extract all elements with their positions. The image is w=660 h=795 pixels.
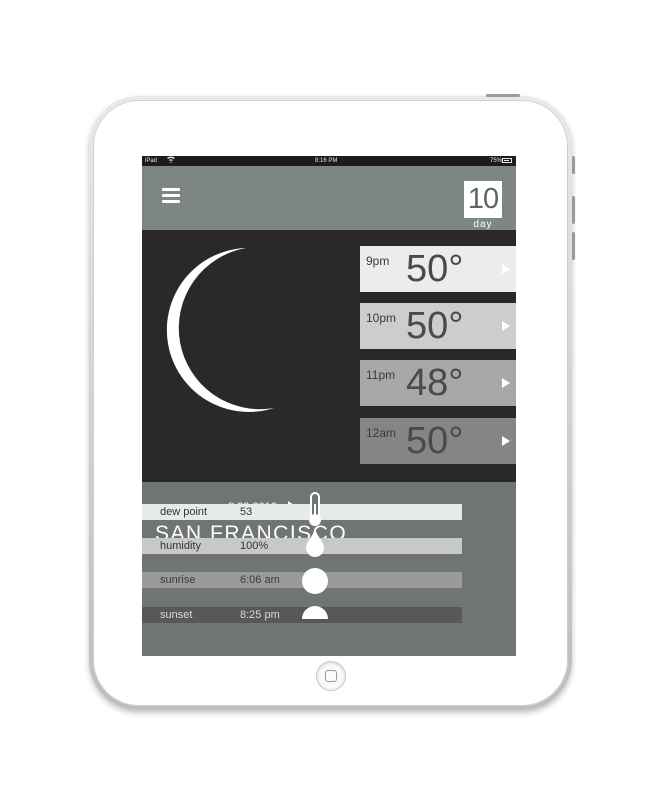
detail-row: dew point 53 — [142, 504, 462, 520]
water-drop-icon — [306, 529, 324, 557]
hourly-temp: 50° — [406, 420, 464, 462]
power-button — [486, 94, 520, 97]
crescent-moon-icon — [166, 248, 274, 412]
home-square-icon — [325, 670, 337, 682]
battery-icon — [502, 158, 512, 163]
chevron-right-icon — [502, 321, 510, 331]
top-bar: 10 day — [142, 166, 516, 230]
detail-row: humidity 100% — [142, 538, 462, 554]
status-bar: iPad 8:16 PM 75% — [142, 156, 516, 166]
hourly-row[interactable]: 12am 50° — [360, 418, 516, 464]
volume-button — [572, 232, 575, 260]
forecast-unit-label: day — [473, 219, 493, 230]
battery-percent: 75% — [490, 158, 503, 164]
detail-label: dew point — [160, 506, 208, 518]
detail-label: sunset — [160, 609, 193, 621]
hourly-row[interactable]: 11pm 48° — [360, 360, 516, 406]
detail-label: humidity — [160, 540, 201, 552]
detail-value: 53 — [240, 506, 253, 518]
hourly-time: 9pm — [366, 254, 390, 268]
app-screen: iPad 8:16 PM 75% 10 day 8 20 2013 SAN FR… — [142, 156, 516, 656]
detail-value: 6:06 am — [240, 574, 280, 586]
detail-value: 100% — [240, 540, 269, 552]
volume-up-button — [572, 156, 575, 174]
hourly-temp: 48° — [406, 362, 464, 404]
detail-value: 8:25 pm — [240, 609, 280, 621]
hourly-time: 11pm — [366, 368, 396, 382]
volume-down-button — [572, 196, 575, 224]
chevron-right-icon — [502, 378, 510, 388]
device-name: iPad — [145, 158, 158, 164]
ten-day-forecast-button[interactable]: 10 — [464, 181, 502, 218]
half-sun-icon — [302, 606, 328, 619]
hourly-row[interactable]: 10pm 50° — [360, 303, 516, 349]
hourly-temp: 50° — [406, 248, 464, 290]
hourly-temp: 50° — [406, 305, 464, 347]
hamburger-menu-icon[interactable] — [162, 188, 180, 204]
status-time: 8:16 PM — [315, 158, 338, 164]
thermometer-icon — [309, 492, 321, 526]
current-weather-panel: 8 20 2013 SAN FRANCISCO 9pm 50° 10pm 50°… — [142, 230, 516, 545]
sun-icon — [302, 568, 328, 594]
chevron-right-icon — [502, 436, 510, 446]
detail-label: sunrise — [160, 574, 196, 586]
hourly-time: 12am — [366, 426, 397, 440]
hourly-time: 10pm — [366, 311, 397, 325]
hourly-row[interactable]: 9pm 50° — [360, 246, 516, 292]
chevron-right-icon — [502, 264, 510, 274]
home-button[interactable] — [316, 661, 346, 691]
